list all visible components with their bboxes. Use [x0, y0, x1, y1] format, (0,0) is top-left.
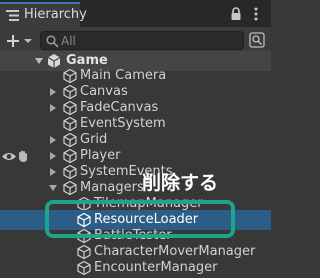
item-label: EncounterManager — [94, 260, 218, 275]
visibility-eye-icon[interactable] — [1, 151, 17, 162]
lock-icon[interactable] — [230, 7, 242, 21]
search-field[interactable] — [40, 31, 244, 50]
add-object-button[interactable] — [4, 31, 34, 51]
collapsed-arrow-icon[interactable] — [48, 87, 58, 97]
search-by-type-icon[interactable] — [249, 32, 265, 48]
annotation-text: 削除する — [142, 172, 219, 194]
annotation-highlight-box — [45, 200, 235, 238]
collapsed-arrow-icon[interactable] — [48, 135, 58, 145]
tab-title: Hierarchy — [24, 7, 87, 22]
hierarchy-item-encountermanager[interactable]: EncounterManager — [0, 258, 271, 278]
pickability-hand-icon[interactable] — [17, 149, 29, 163]
gameobject-icon — [77, 260, 91, 276]
more-options-icon[interactable] — [254, 7, 258, 21]
expand-arrow-icon[interactable] — [34, 56, 44, 66]
tab-hierarchy[interactable]: Hierarchy — [0, 2, 87, 27]
search-icon — [46, 35, 59, 48]
collapsed-arrow-icon[interactable] — [48, 103, 58, 113]
expanded-arrow-icon[interactable] — [48, 183, 58, 193]
hierarchy-list-icon — [6, 10, 19, 21]
collapsed-arrow-icon[interactable] — [48, 151, 58, 161]
collapsed-arrow-icon[interactable] — [48, 167, 58, 177]
tab-bar: Hierarchy — [0, 0, 271, 27]
search-input[interactable] — [61, 32, 231, 49]
